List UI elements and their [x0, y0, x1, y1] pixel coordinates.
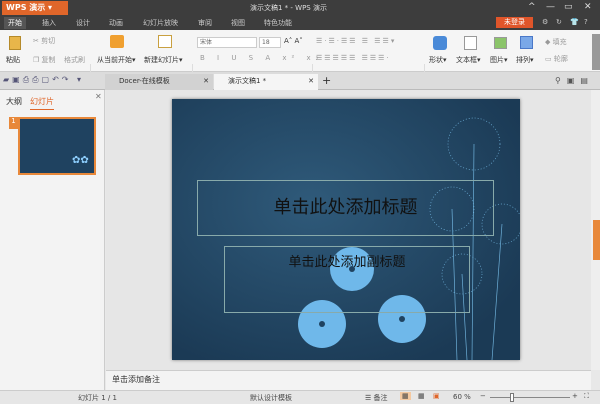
close-tab-icon[interactable]: ✕: [203, 74, 209, 89]
subtitle-placeholder[interactable]: 单击此处添加副标题: [224, 246, 470, 313]
notes-label: 备注: [373, 394, 388, 402]
tab-presentation1[interactable]: 演示文稿1 * ✕: [214, 74, 318, 90]
notes-toggle[interactable]: ☰ 备注: [365, 393, 388, 403]
quick-access-toolbar[interactable]: ▰▣⎙⎙▢↶↷ ▾: [3, 75, 84, 85]
shape-label: 形状: [429, 56, 443, 64]
fit-window-icon[interactable]: ⛶: [584, 392, 589, 401]
outline-label: 轮廓: [553, 55, 568, 63]
tab-review[interactable]: 审阅: [198, 18, 212, 28]
cut-label: 剪切: [41, 37, 56, 45]
vertical-scrollbar[interactable]: [591, 90, 600, 370]
minimize-button[interactable]: —: [546, 2, 555, 12]
help-icon[interactable]: ?: [584, 18, 588, 26]
settings-icon[interactable]: ⚙: [542, 18, 548, 26]
sorter-view-button[interactable]: ▦: [418, 392, 425, 400]
paste-button[interactable]: 粘贴: [6, 55, 20, 65]
copy-button[interactable]: ❐ 复制: [33, 55, 56, 65]
font-style-buttons[interactable]: B I U S A x² x₂: [200, 54, 323, 62]
menu-bar: 开始 插入 设计 动画 幻灯片放映 审阅 视图 特色功能 未登录 ⚙ ↻ 👕 ?: [0, 16, 600, 30]
slides-panel: 大纲 幻灯片 ✕ ✿✿ 1: [0, 90, 105, 390]
picture-icon: [494, 37, 507, 49]
refresh-icon[interactable]: ↻: [556, 18, 562, 26]
document-tab-bar: ▰▣⎙⎙▢↶↷ ▾ Docer-在线模板 ✕ 演示文稿1 * ✕ + ⚲▣▤: [0, 72, 600, 90]
slide-number: 1: [9, 117, 18, 129]
textbox-label: 文本框: [456, 56, 477, 64]
outline-button[interactable]: ▭ 轮廓: [545, 54, 568, 64]
slideshow-icon: [110, 35, 124, 48]
tab-slides[interactable]: 幻灯片: [30, 96, 54, 110]
close-tab-icon[interactable]: ✕: [308, 74, 314, 89]
from-current-button[interactable]: 从当前开始▾: [97, 55, 136, 65]
arrange-icon: [520, 36, 533, 49]
tab-label: 演示文稿1 *: [228, 77, 267, 85]
app-logo: WPS 演示: [6, 3, 46, 12]
tab-slideshow[interactable]: 幻灯片放映: [143, 18, 178, 28]
fill-label: 填充: [552, 38, 567, 46]
zoom-slider-thumb[interactable]: [510, 393, 514, 402]
arrange-label: 排列: [516, 56, 530, 64]
title-placeholder[interactable]: 单击此处添加标题: [197, 180, 494, 236]
title-bar: WPS 演示 ▾ 演示文稿1 * - WPS 演示 ^ — ▭ ✕: [0, 0, 600, 16]
font-size-select[interactable]: 18: [259, 37, 281, 48]
cut-button[interactable]: ✂ 剪切: [33, 36, 55, 46]
zoom-level: 60 %: [453, 393, 471, 401]
maximize-button[interactable]: ▭: [564, 2, 573, 12]
tab-outline[interactable]: 大纲: [6, 96, 22, 107]
close-panel-icon[interactable]: ✕: [95, 92, 102, 101]
zoom-out-button[interactable]: −: [480, 392, 486, 400]
new-slide-icon: [158, 35, 172, 48]
tab-insert[interactable]: 插入: [42, 18, 56, 28]
new-tab-button[interactable]: +: [322, 74, 331, 87]
tab-docer-templates[interactable]: Docer-在线模板 ✕: [105, 74, 213, 90]
format-painter-button[interactable]: 格式刷: [64, 55, 85, 65]
slide-count: 幻灯片 1 / 1: [78, 394, 117, 402]
normal-view-button[interactable]: ▦: [400, 392, 411, 400]
slide-thumbnail-1[interactable]: ✿✿: [18, 117, 96, 175]
slide[interactable]: 单击此处添加标题 单击此处添加副标题: [172, 99, 520, 360]
picture-label: 图片: [490, 56, 504, 64]
status-bar: 幻灯片 1 / 1 默认设计模板 ☰ 备注 ▦ ▦ ▣ 60 % − + ⛶: [0, 390, 600, 404]
close-button[interactable]: ✕: [584, 2, 592, 12]
font-name-select[interactable]: 宋体: [197, 37, 257, 48]
scrollbar-thumb[interactable]: [593, 220, 600, 260]
app-menu-button[interactable]: WPS 演示 ▾: [2, 1, 68, 15]
zoom-in-button[interactable]: +: [572, 392, 578, 400]
notes-pane[interactable]: 单击添加备注: [106, 370, 591, 390]
skin-icon[interactable]: 👕: [570, 18, 579, 26]
tab-view[interactable]: 视图: [231, 18, 245, 28]
tab-bar-tools[interactable]: ⚲▣▤: [555, 76, 594, 85]
template-name: 默认设计模板: [250, 394, 292, 402]
fill-button[interactable]: ◆ 填充: [545, 37, 567, 47]
window-title: 演示文稿1 * - WPS 演示: [250, 4, 327, 12]
picture-button[interactable]: 图片▾: [490, 55, 508, 65]
align-buttons[interactable]: ☰☰☰☰☰ ☰☰☰·: [316, 54, 391, 62]
copy-label: 复制: [41, 56, 56, 64]
new-slide-button[interactable]: 新建幻灯片▾: [144, 55, 183, 65]
shape-button[interactable]: 形状▾: [429, 55, 447, 65]
tab-features[interactable]: 特色功能: [264, 18, 292, 28]
shape-icon: [433, 36, 447, 50]
new-slide-label: 新建幻灯片: [144, 56, 179, 64]
from-current-label: 从当前开始: [97, 56, 132, 64]
list-buttons[interactable]: ☰·☰·☰☰ ☰ ☰☰▾: [316, 37, 396, 45]
paste-icon[interactable]: [9, 36, 21, 50]
tab-home[interactable]: 开始: [4, 17, 26, 29]
ribbon-scroll-right[interactable]: [592, 34, 600, 70]
slideshow-button[interactable]: ▣: [433, 392, 440, 400]
login-button[interactable]: 未登录: [496, 17, 533, 28]
textbox-button[interactable]: 文本框▾: [456, 55, 481, 65]
textbox-icon: [464, 36, 477, 50]
tab-label: Docer-在线模板: [119, 77, 170, 85]
collapse-ribbon-icon[interactable]: ^: [528, 2, 536, 12]
arrange-button[interactable]: 排列▾: [516, 55, 534, 65]
tab-design[interactable]: 设计: [76, 18, 90, 28]
thumbnail-flowers: ✿✿: [72, 155, 89, 166]
zoom-slider[interactable]: [490, 393, 570, 402]
tab-animation[interactable]: 动画: [109, 18, 123, 28]
ribbon: 粘贴 ✂ 剪切 ❐ 复制 格式刷 从当前开始▾ 新建幻灯片▾ 宋体 18 A˄ …: [0, 30, 600, 98]
font-grow-button[interactable]: A˄ A˅: [284, 37, 303, 45]
